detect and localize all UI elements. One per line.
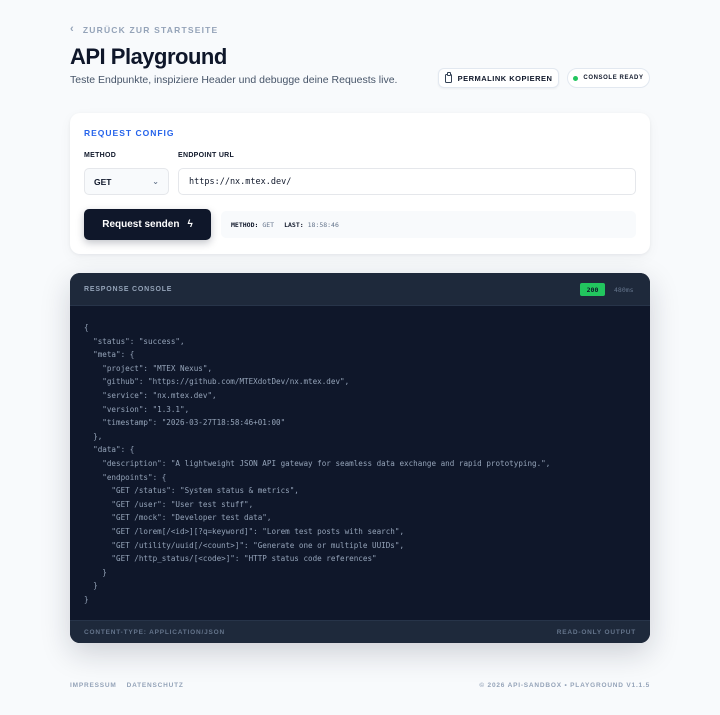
method-select[interactable]: GET ⌄ <box>84 168 169 195</box>
info-method: METHOD: GET <box>231 220 275 229</box>
chevron-left-icon: ‹ <box>70 23 75 35</box>
chevron-down-icon: ⌄ <box>152 177 159 186</box>
endpoint-url-label: ENDPOINT URL <box>178 152 235 159</box>
copy-permalink-label: PERMALINK KOPIEREN <box>457 73 553 83</box>
status-code-badge: 200 <box>580 283 605 296</box>
page-title: API Playground <box>70 44 227 69</box>
request-config-card: REQUEST CONFIG METHOD ENDPOINT URL GET ⌄… <box>70 113 650 254</box>
console-title: RESPONSE CONSOLE <box>84 286 173 293</box>
page-footer: IMPRESSUM DATENSCHUTZ © 2026 API-SANDBOX… <box>70 682 650 689</box>
status-dot-icon <box>573 75 579 81</box>
send-request-label: Request senden <box>102 219 180 230</box>
endpoint-url-input[interactable] <box>178 168 636 195</box>
info-last: LAST: 18:58:46 <box>284 220 339 229</box>
console-header: RESPONSE CONSOLE 200 480ms <box>70 273 650 306</box>
back-link[interactable]: ‹ ZURÜCK ZUR STARTSEITE <box>70 24 218 35</box>
copyright-text: © 2026 API-SANDBOX • PLAYGROUND V1.1.5 <box>479 682 650 689</box>
send-request-button[interactable]: Request senden ϟ <box>84 209 211 240</box>
method-label: METHOD <box>84 152 117 159</box>
content-type-label: CONTENT-TYPE: APPLICATION/JSON <box>84 629 226 636</box>
datenschutz-link[interactable]: DATENSCHUTZ <box>127 682 184 689</box>
footer-links: IMPRESSUM DATENSCHUTZ <box>70 682 184 689</box>
impressum-link[interactable]: IMPRESSUM <box>70 682 117 689</box>
clipboard-icon <box>444 72 452 83</box>
response-time: 480ms <box>614 286 634 294</box>
method-select-value: GET <box>94 176 112 187</box>
copy-permalink-button[interactable]: PERMALINK KOPIEREN <box>438 68 559 88</box>
response-console: RESPONSE CONSOLE 200 480ms { "status": "… <box>70 273 650 643</box>
lightning-icon: ϟ <box>187 219 193 230</box>
console-status-label: CONSOLE READY <box>583 75 644 81</box>
read-only-label: READ-ONLY OUTPUT <box>556 629 636 636</box>
console-status-badge: CONSOLE READY <box>567 68 650 88</box>
console-footer: CONTENT-TYPE: APPLICATION/JSON READ-ONLY… <box>70 620 650 643</box>
response-body[interactable]: { "status": "success", "meta": { "projec… <box>84 321 636 606</box>
request-config-title: REQUEST CONFIG <box>84 128 175 138</box>
page-subtitle: Teste Endpunkte, inspiziere Header und d… <box>70 74 398 86</box>
back-link-label: ZURÜCK ZUR STARTSEITE <box>82 24 219 35</box>
request-info-strip: METHOD: GET LAST: 18:58:46 <box>221 211 636 238</box>
